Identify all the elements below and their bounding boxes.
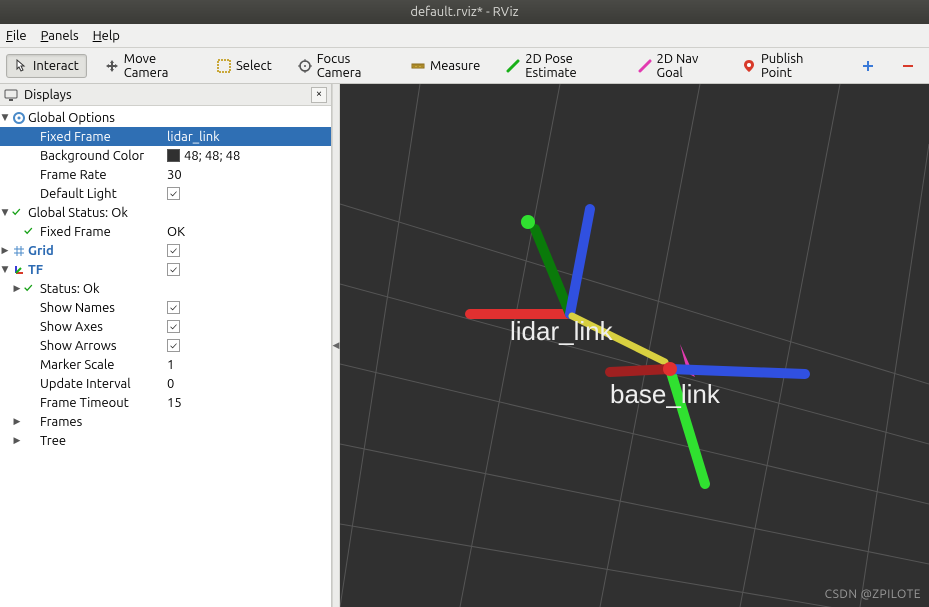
plus-icon (861, 59, 875, 73)
tree-row-global-options[interactable]: ▼Global Options (0, 108, 331, 127)
remove-display-button[interactable] (893, 54, 923, 78)
interact-icon (14, 59, 28, 73)
gear-icon (12, 111, 26, 125)
publish-point-button[interactable]: Publish Point (734, 47, 833, 85)
check-icon: ✓ (24, 282, 38, 296)
frame-label-lidar: lidar_link (510, 316, 613, 347)
interact-button[interactable]: Interact (6, 54, 87, 78)
tree-row-show-arrows[interactable]: Show Arrows ✓ (0, 336, 331, 355)
add-display-button[interactable] (853, 54, 883, 78)
tree-row-fixed-frame-status[interactable]: ✓Fixed Frame OK (0, 222, 331, 241)
checkbox[interactable]: ✓ (167, 187, 180, 200)
window-title: default.rviz* - RViz (410, 5, 518, 19)
main-content: Displays × ▼Global Options Fixed Frame l… (0, 84, 929, 607)
tree-row-default-light[interactable]: Default Light ✓ (0, 184, 331, 203)
toolbar: Interact Move Camera Select Focus Camera… (0, 48, 929, 84)
pose-estimate-icon (506, 59, 520, 73)
color-swatch (167, 149, 180, 162)
tf-icon (12, 263, 26, 277)
checkbox[interactable]: ✓ (167, 320, 180, 333)
tree-row-global-status[interactable]: ▼✓Global Status: Ok (0, 203, 331, 222)
grid-icon (12, 244, 26, 258)
nav-goal-button[interactable]: 2D Nav Goal (630, 47, 724, 85)
move-camera-button[interactable]: Move Camera (97, 47, 199, 85)
menubar: File Panels Help (0, 24, 929, 48)
check-icon: ✓ (24, 225, 38, 239)
menu-file[interactable]: File (6, 29, 27, 43)
tree-row-update-interval[interactable]: Update Interval 0 (0, 374, 331, 393)
watermark: CSDN @ZPILOTE (825, 588, 921, 601)
panel-close-button[interactable]: × (311, 87, 327, 103)
checkbox[interactable]: ✓ (167, 263, 180, 276)
menu-help[interactable]: Help (93, 29, 120, 43)
select-icon (217, 59, 231, 73)
tree-row-marker-scale[interactable]: Marker Scale 1 (0, 355, 331, 374)
monitor-icon (4, 88, 18, 102)
tree-row-frames[interactable]: ▶Frames (0, 412, 331, 431)
focus-camera-icon (298, 59, 312, 73)
measure-icon (411, 59, 425, 73)
tree-row-grid[interactable]: ▶Grid ✓ (0, 241, 331, 260)
checkbox[interactable]: ✓ (167, 301, 180, 314)
focus-camera-button[interactable]: Focus Camera (290, 47, 393, 85)
chevron-left-icon: ◀ (333, 340, 340, 351)
frame-label-base: base_link (610, 379, 720, 410)
pose-estimate-button[interactable]: 2D Pose Estimate (498, 47, 619, 85)
check-icon: ✓ (12, 206, 26, 220)
displays-panel: Displays × ▼Global Options Fixed Frame l… (0, 84, 332, 607)
window-titlebar: default.rviz* - RViz (0, 0, 929, 24)
checkbox[interactable]: ✓ (167, 339, 180, 352)
tf-axes (340, 84, 929, 607)
render-view[interactable]: lidar_link base_link CSDN @ZPILOTE (340, 84, 929, 607)
tree-row-fixed-frame[interactable]: Fixed Frame lidar_link (0, 127, 331, 146)
tree-row-frame-rate[interactable]: Frame Rate 30 (0, 165, 331, 184)
property-tree[interactable]: ▼Global Options Fixed Frame lidar_link B… (0, 106, 331, 607)
tree-row-bg-color[interactable]: Background Color 48; 48; 48 (0, 146, 331, 165)
move-camera-icon (105, 59, 119, 73)
publish-point-icon (742, 59, 756, 73)
tree-row-tree[interactable]: ▶Tree (0, 431, 331, 450)
tree-row-tf[interactable]: ▼TF ✓ (0, 260, 331, 279)
tree-row-status-ok[interactable]: ▶✓Status: Ok (0, 279, 331, 298)
tree-row-show-names[interactable]: Show Names ✓ (0, 298, 331, 317)
minus-icon (901, 59, 915, 73)
splitter[interactable]: ◀ (332, 84, 340, 607)
checkbox[interactable]: ✓ (167, 244, 180, 257)
panel-title: Displays (24, 88, 305, 102)
select-button[interactable]: Select (209, 54, 280, 78)
nav-goal-icon (638, 59, 652, 73)
measure-button[interactable]: Measure (403, 54, 488, 78)
menu-panels[interactable]: Panels (41, 29, 79, 43)
panel-header: Displays × (0, 84, 331, 106)
tree-row-frame-timeout[interactable]: Frame Timeout 15 (0, 393, 331, 412)
tree-row-show-axes[interactable]: Show Axes ✓ (0, 317, 331, 336)
